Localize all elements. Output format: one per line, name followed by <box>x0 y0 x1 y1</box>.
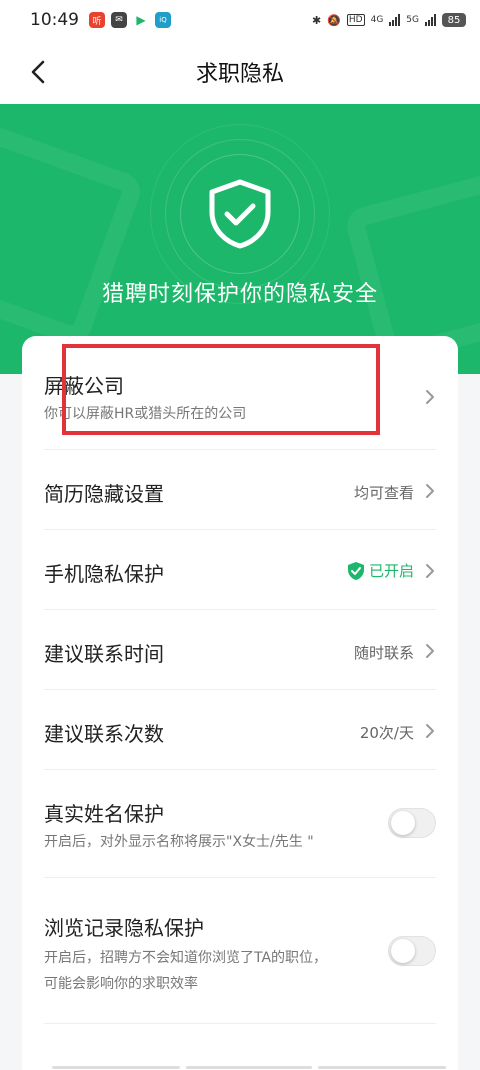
privacy-hero-banner: 猎聘时刻保护你的隐私安全 <box>0 104 480 374</box>
setting-real-name: 真实姓名保护 开启后，对外显示名称将展示"X女士/先生 " <box>44 770 436 878</box>
hero-title: 猎聘时刻保护你的隐私安全 <box>101 282 378 307</box>
back-button[interactable] <box>24 58 52 86</box>
bottom-bar-hint <box>0 1062 480 1070</box>
news-app-icon: 听 <box>89 12 105 28</box>
chevron-right-icon <box>426 564 434 578</box>
shield-check-icon <box>347 561 364 580</box>
hd-icon: HD <box>346 14 365 26</box>
mail-app-icon: ✉ <box>111 12 127 28</box>
status-indicators: ✱ 🔕 HD 4G 5G 85 <box>312 13 466 27</box>
chevron-right-icon <box>426 644 434 658</box>
setting-contact-count[interactable]: 建议联系次数 20次/天 <box>44 690 436 770</box>
network-5g-label: 5G <box>406 15 419 25</box>
setting-resume-hide[interactable]: 简历隐藏设置 均可查看 <box>44 450 436 530</box>
setting-title: 建议联系次数 <box>44 722 164 746</box>
chevron-left-icon <box>31 60 45 84</box>
status-time: 10:49 <box>30 10 79 30</box>
setting-value: 均可查看 <box>353 484 414 502</box>
battery-icon: 85 <box>442 13 466 27</box>
nav-bar: 求职隐私 <box>0 40 480 104</box>
page-title: 求职隐私 <box>195 62 284 87</box>
setting-subtitle: 开启后，对外显示名称将展示"X女士/先生 " <box>44 834 314 850</box>
setting-title: 浏览记录隐私保护 <box>44 916 204 940</box>
setting-value: 已开启 <box>368 562 414 580</box>
setting-value: 20次/天 <box>359 724 414 742</box>
play-app-icon: ▶ <box>136 13 146 27</box>
setting-title: 真实姓名保护 <box>44 802 164 826</box>
toggle-knob <box>391 939 415 963</box>
shield-check-icon <box>204 178 276 250</box>
mute-icon: 🔕 <box>327 13 341 27</box>
chevron-right-icon <box>426 390 434 404</box>
decorative-shape <box>0 118 146 350</box>
toggle-knob <box>391 811 415 835</box>
setting-contact-time[interactable]: 建议联系时间 随时联系 <box>44 610 436 690</box>
network-4g-label: 4G <box>370 15 384 25</box>
setting-subtitle: 开启后，招聘方不会知道你浏览了TA的职位， <box>44 950 328 966</box>
setting-value: 随时联系 <box>353 644 414 662</box>
setting-title: 手机隐私保护 <box>44 562 164 586</box>
privacy-settings-card: 屏蔽公司 你可以屏蔽HR或猎头所在的公司 简历隐藏设置 均可查看 手机隐私保护 … <box>22 336 458 1070</box>
chevron-right-icon <box>426 484 434 498</box>
setting-subtitle: 可能会影响你的求职效率 <box>44 976 198 992</box>
iqiyi-app-icon: iQ <box>155 12 171 28</box>
signal-icon <box>389 14 401 26</box>
bluetooth-icon: ✱ <box>311 13 322 27</box>
setting-title: 简历隐藏设置 <box>44 482 164 506</box>
browse-history-toggle[interactable] <box>388 936 436 966</box>
setting-phone-privacy[interactable]: 手机隐私保护 已开启 <box>44 530 436 610</box>
setting-title: 建议联系时间 <box>44 642 164 666</box>
real-name-toggle[interactable] <box>388 808 436 838</box>
signal-icon <box>425 14 436 26</box>
setting-browse-history: 浏览记录隐私保护 开启后，招聘方不会知道你浏览了TA的职位， 可能会影响你的求职… <box>44 878 436 1024</box>
phone-privacy-status: 已开启 <box>347 560 414 581</box>
annotation-highlight-box <box>62 344 380 435</box>
status-bar: 10:49 听 ✉ ▶ iQ ✱ 🔕 HD 4G 5G 85 <box>0 0 480 40</box>
chevron-right-icon <box>426 724 434 738</box>
